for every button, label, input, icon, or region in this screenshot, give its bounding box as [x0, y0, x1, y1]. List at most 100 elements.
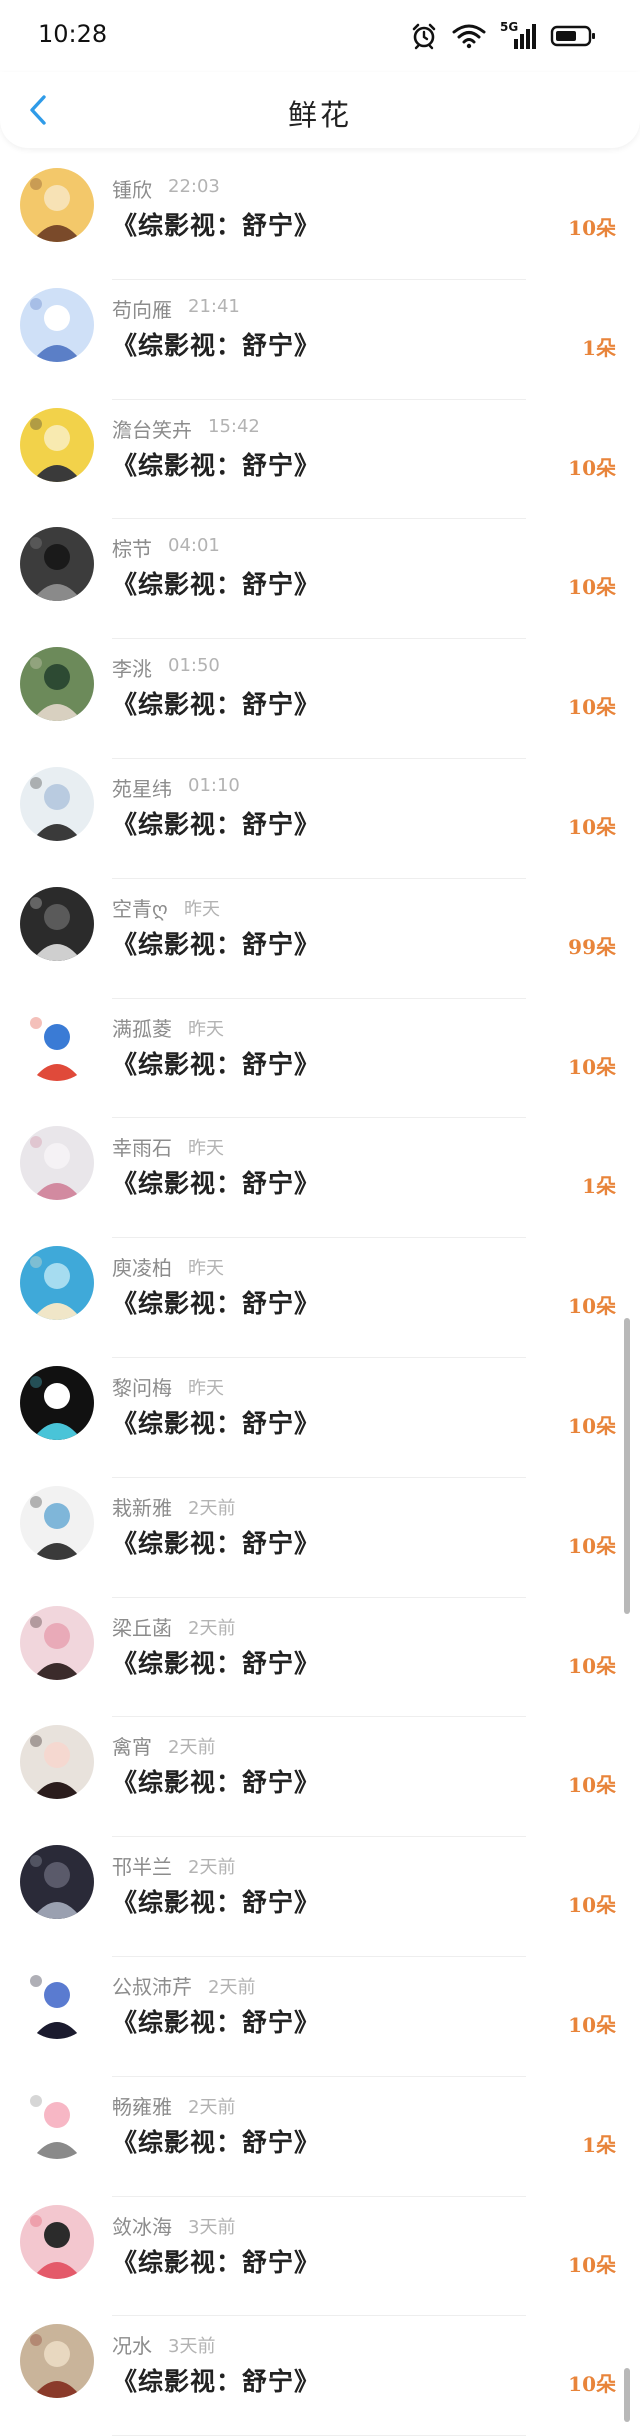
list-item[interactable]: 禽宵 2天前《综影视：舒宁》 10朵 — [0, 1717, 640, 1838]
book-title: 《综影视：舒宁》 — [112, 1648, 321, 1678]
flower-count: 10朵 — [568, 1533, 616, 1558]
username: 棕节 — [112, 537, 152, 562]
username: 公叔沛芹 — [112, 1974, 192, 1999]
book-title: 《综影视：舒宁》 — [112, 1049, 321, 1079]
list-item[interactable]: 公叔沛芹 2天前 《综影视：舒宁》 10朵 — [0, 1957, 640, 2077]
username: 畅雍雅 — [112, 2094, 172, 2119]
list-item[interactable]: 苑星纬 01:10 《综影视：舒宁》 10朵 — [0, 759, 640, 879]
flower-count: 10朵 — [568, 216, 616, 240]
list-item[interactable]: 空青ღ 昨天《综影视：舒宁》 99朵 — [0, 879, 640, 999]
list-item[interactable]: 敛冰海 3天前 《综影视：舒宁》 10朵 — [0, 2197, 640, 2317]
book-title: 《综影视：舒宁》 — [112, 1768, 321, 1798]
flower-count: 10朵 — [568, 575, 616, 600]
gift-time: 昨天 — [188, 1377, 224, 1399]
flower-list: 锺欣 22:03 《综影视：舒宁》 10朵 苟向雁 21:41 《综影视：舒宁》 1朵 澹台笑卉… — [0, 160, 640, 2436]
page-title: 鲜花 — [287, 98, 352, 132]
avatar[interactable] — [20, 1246, 94, 1321]
flower-count: 10朵 — [568, 1773, 616, 1798]
flower-count: 10朵 — [568, 1413, 616, 1438]
book-title: 《综影视：舒宁》 — [112, 2127, 321, 2157]
username: 栽新雅 — [112, 1495, 172, 1520]
username: 禽宵 — [112, 1735, 152, 1760]
list-item[interactable]: 棕节 04:01 《综影视：舒宁》 10朵 — [0, 519, 640, 640]
avatar[interactable] — [20, 766, 94, 841]
gift-time: 昨天 — [188, 1138, 224, 1160]
username: 邗半兰 — [112, 1855, 172, 1880]
avatar[interactable] — [20, 1485, 94, 1560]
list-item[interactable]: 苟向雁 21:41 《综影视：舒宁》 1朵 — [0, 280, 640, 400]
avatar[interactable] — [20, 1006, 94, 1081]
gift-time: 昨天 — [184, 898, 220, 920]
book-title: 《综影视：舒宁》 — [112, 1289, 321, 1319]
list-item[interactable]: 李洮 01:50 《综影视：舒宁》 10朵 — [0, 639, 640, 759]
list-item[interactable]: 畅雍雅 2天前《综影视：舒宁》 1朵 — [0, 2077, 640, 2197]
username: 庾凌柏 — [112, 1256, 172, 1281]
avatar[interactable] — [20, 1126, 94, 1201]
book-title: 《综影视：舒宁》 — [112, 570, 321, 600]
flower-count: 1朵 — [582, 2132, 616, 2157]
gift-time: 01:10 — [188, 774, 240, 796]
wifi-icon — [452, 23, 486, 49]
list-item[interactable]: 黎问梅 昨天 《综影视：舒宁》 10朵 — [0, 1358, 640, 1478]
book-title: 《综影视：舒宁》 — [112, 450, 321, 480]
book-title: 《综影视：舒宁》 — [112, 211, 321, 240]
avatar[interactable] — [20, 647, 94, 722]
status-bar: 10:28 5G — [0, 0, 640, 72]
avatar[interactable] — [20, 1845, 94, 1920]
scrollbar-thumb-bottom[interactable] — [624, 2368, 630, 2422]
list-item[interactable]: 庾凌柏 昨天 《综影视：舒宁》 10朵 — [0, 1238, 640, 1358]
header: 鲜花 — [0, 72, 640, 148]
battery-icon — [550, 24, 596, 48]
list-item[interactable]: 幸雨石 昨天 《综影视：舒宁》 1朵 — [0, 1118, 640, 1239]
avatar[interactable] — [20, 2084, 94, 2159]
gift-time: 3天前 — [168, 2336, 216, 2358]
flower-count: 10朵 — [568, 814, 616, 839]
status-icons: 5G — [410, 20, 596, 52]
book-title: 《综影视：舒宁》 — [112, 2367, 321, 2397]
username: 幸雨石 — [112, 1136, 172, 1161]
list-item[interactable]: 满孤菱 昨天 《综影视：舒宁》 10朵 — [0, 999, 640, 1119]
avatar[interactable] — [20, 527, 94, 602]
book-title: 《综影视：舒宁》 — [112, 1528, 321, 1558]
book-title: 《综影视：舒宁》 — [112, 1888, 321, 1918]
avatar[interactable] — [20, 2324, 94, 2399]
avatar[interactable] — [20, 1725, 94, 1800]
book-title: 《综影视：舒宁》 — [112, 929, 321, 959]
gift-time: 2天前 — [168, 1737, 216, 1759]
list-item[interactable]: 梁丘菡 2天前 《综影视：舒宁》 10朵 — [0, 1598, 640, 1718]
list-item[interactable]: 邗半兰 2天前 《综影视：舒宁》 10朵 — [0, 1837, 640, 1957]
gift-time: 2天前 — [188, 1857, 236, 1879]
avatar[interactable] — [20, 1964, 94, 2039]
avatar[interactable] — [20, 2204, 94, 2279]
gift-time: 01:50 — [168, 655, 220, 677]
scrollbar-thumb[interactable] — [624, 1318, 630, 1614]
gift-time: 昨天 — [188, 1018, 224, 1040]
username: 况水 — [112, 2334, 152, 2359]
avatar[interactable] — [20, 1605, 94, 1680]
list-item[interactable]: 锺欣 22:03 《综影视：舒宁》 10朵 — [0, 160, 640, 280]
flower-count: 10朵 — [568, 695, 616, 720]
avatar[interactable] — [20, 287, 94, 362]
gift-time: 2天前 — [208, 1976, 256, 1998]
username: 空青ღ — [112, 896, 168, 921]
avatar[interactable] — [20, 1365, 94, 1440]
avatar[interactable] — [20, 168, 94, 242]
book-title: 《综影视：舒宁》 — [112, 690, 321, 720]
avatar[interactable] — [20, 886, 94, 961]
flower-count: 10朵 — [568, 1294, 616, 1319]
username: 黎问梅 — [112, 1375, 172, 1400]
alarm-icon — [410, 22, 438, 50]
gift-time: 22:03 — [168, 176, 220, 197]
flower-count: 1朵 — [582, 335, 616, 360]
list-item[interactable]: 况水 3天前 《综影视：舒宁》 10朵 — [0, 2316, 640, 2436]
list-item[interactable]: 澹台笑卉 15:42 《综影视：舒宁》 10朵 — [0, 400, 640, 520]
flower-count: 99朵 — [568, 934, 616, 959]
list-item[interactable]: 栽新雅 2天前《综影视：舒宁》 10朵 — [0, 1478, 640, 1598]
gift-time: 2天前 — [188, 2096, 236, 2118]
gift-time: 2天前 — [188, 1497, 236, 1519]
flower-count: 10朵 — [568, 2012, 616, 2037]
book-title: 《综影视：舒宁》 — [112, 809, 321, 839]
signal-icon: 5G — [500, 20, 536, 50]
avatar[interactable] — [20, 407, 94, 482]
flower-count: 10朵 — [568, 1653, 616, 1678]
